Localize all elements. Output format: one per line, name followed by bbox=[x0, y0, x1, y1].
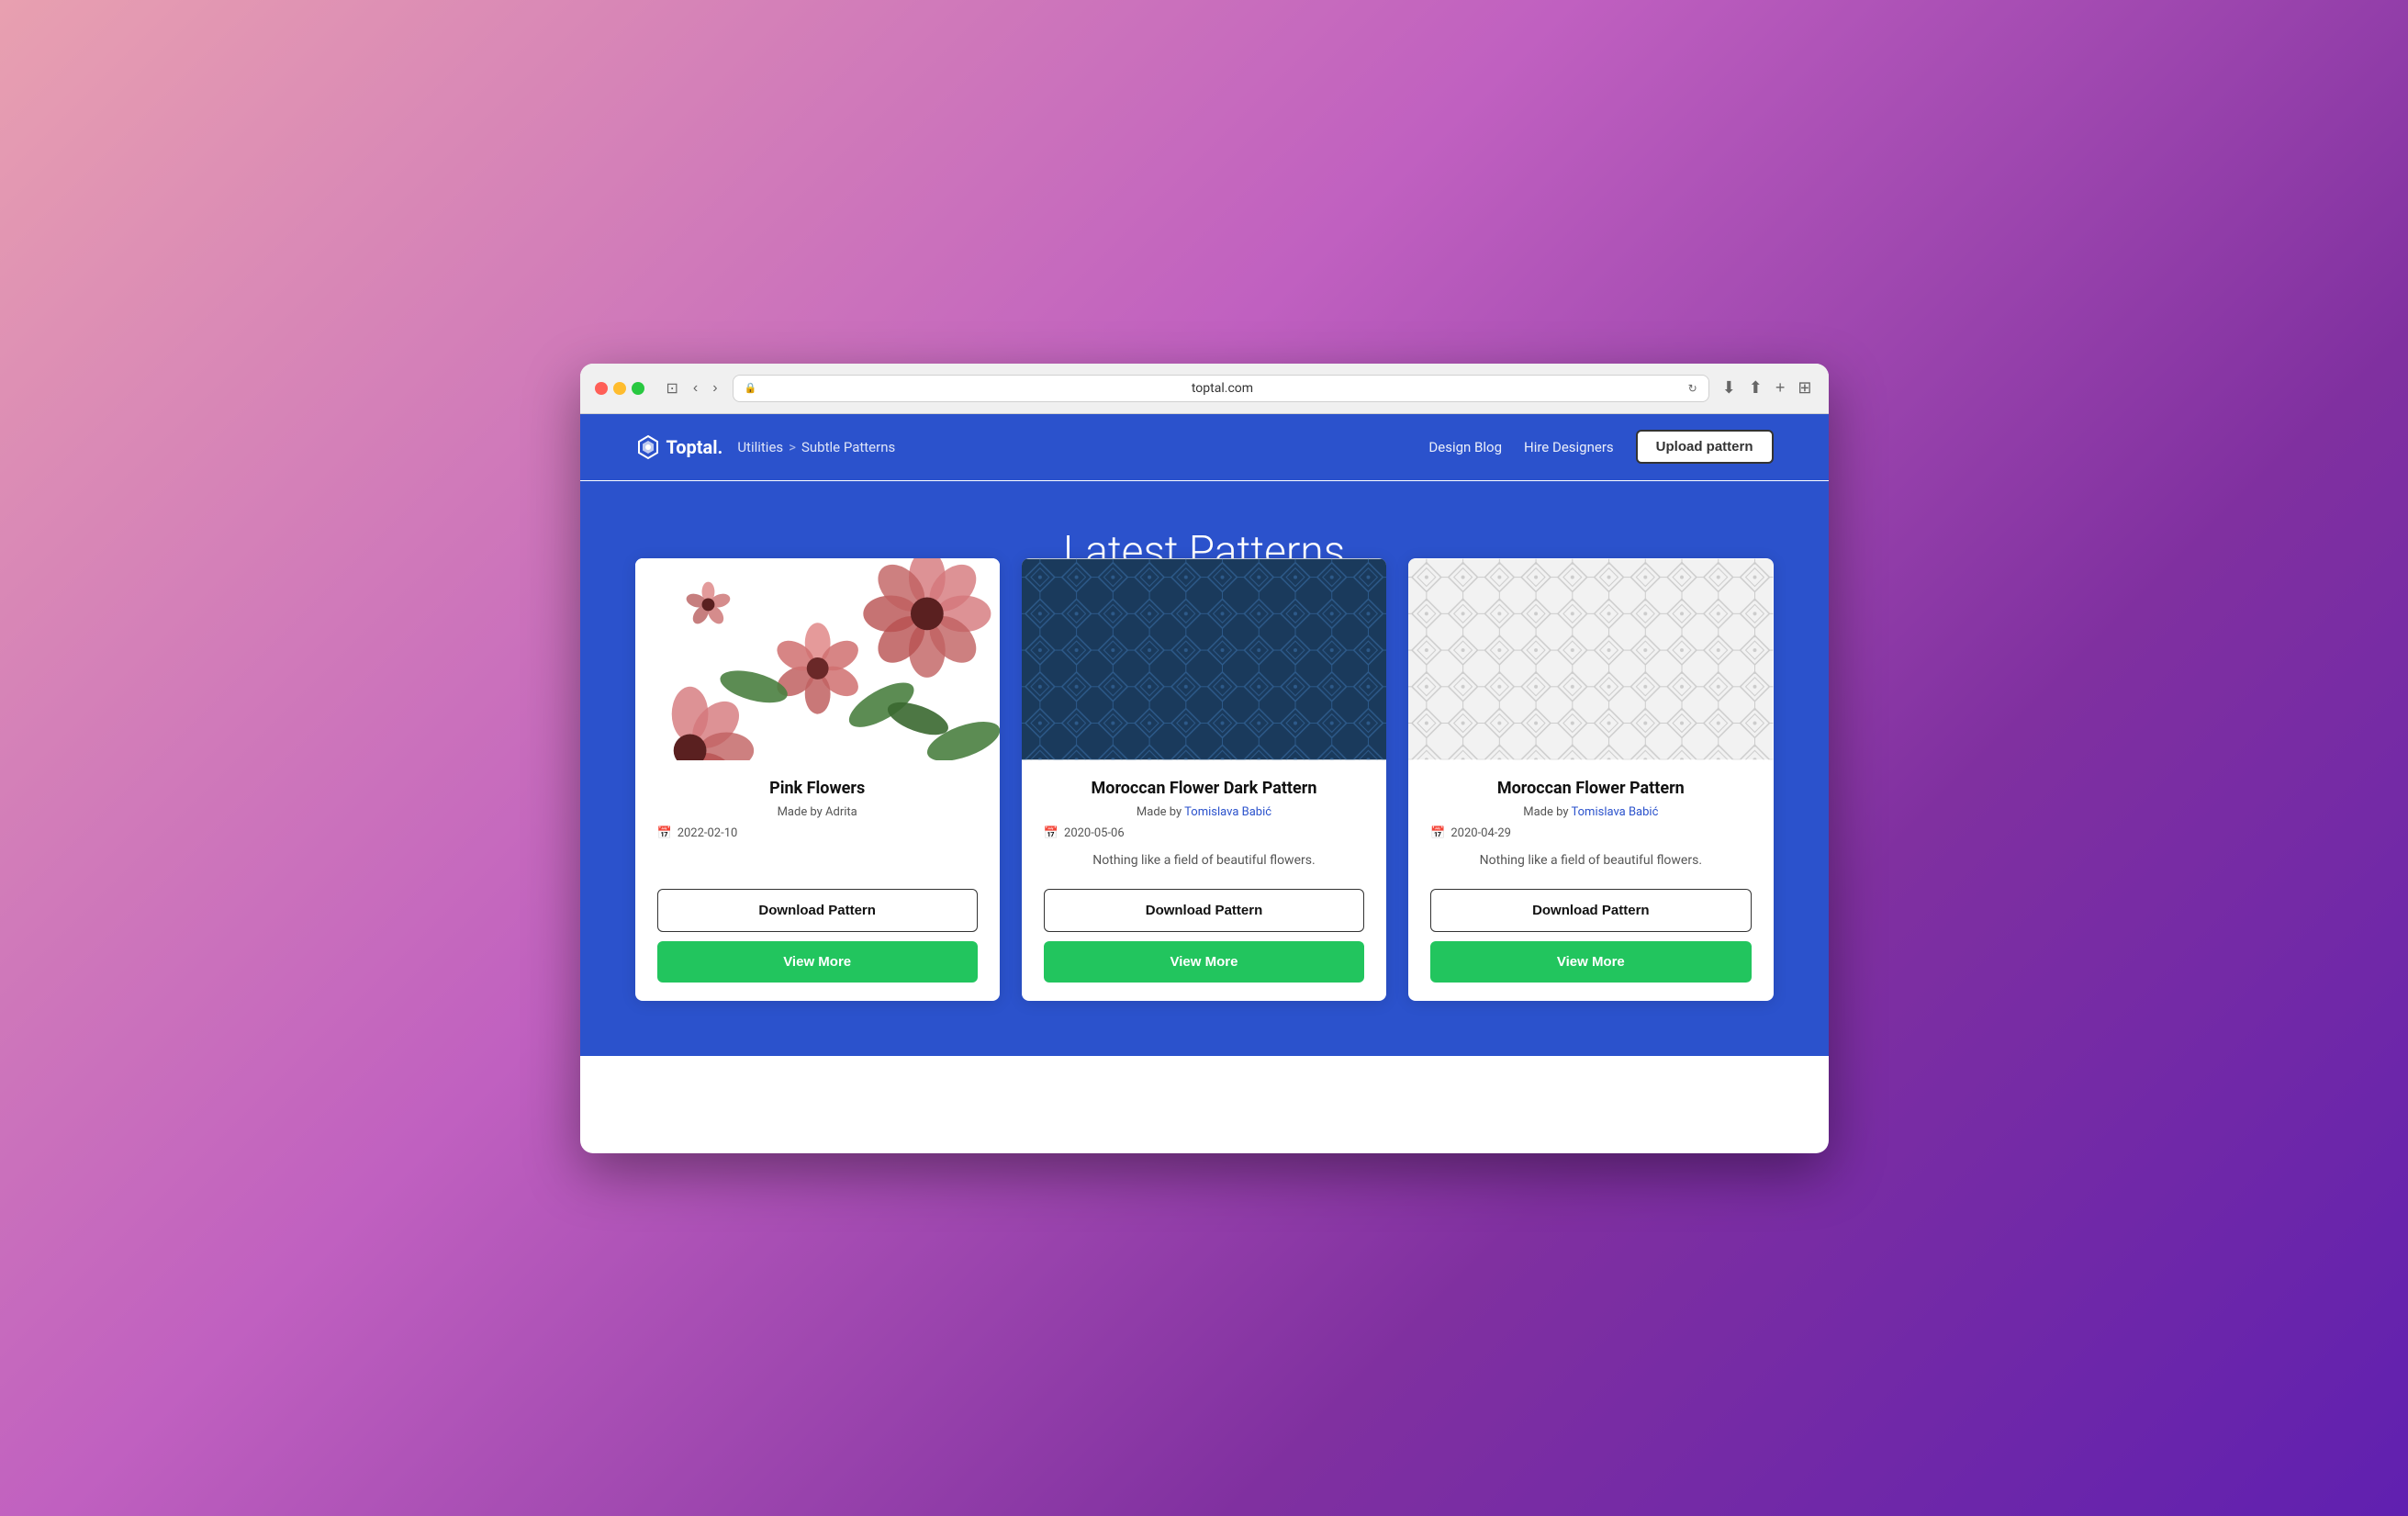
card-author-moroccan-dark: Made by Tomislava Babić bbox=[1044, 805, 1364, 819]
download-pattern-button-pink-flowers[interactable]: Download Pattern bbox=[657, 889, 978, 932]
site-content: Toptal. Utilities > Subtle Patterns Desi… bbox=[580, 414, 1829, 1056]
card-actions-moroccan-dark: Download Pattern View More bbox=[1022, 889, 1386, 1001]
toptal-logo[interactable]: Toptal. bbox=[635, 434, 723, 460]
moroccan-dark-svg bbox=[1022, 558, 1386, 760]
traffic-light-red[interactable] bbox=[595, 382, 608, 395]
card-description-moroccan-light: Nothing like a field of beautiful flower… bbox=[1430, 851, 1751, 870]
forward-button[interactable]: › bbox=[709, 378, 721, 399]
card-date-pink-flowers: 📅 2022-02-10 bbox=[657, 826, 978, 840]
card-author-pink-flowers: Made by Adrita bbox=[657, 805, 978, 819]
card-moroccan-dark: Moroccan Flower Dark Pattern Made by Tom… bbox=[1022, 558, 1386, 1001]
card-title-moroccan-light: Moroccan Flower Pattern bbox=[1430, 779, 1751, 798]
download-pattern-button-moroccan-light[interactable]: Download Pattern bbox=[1430, 889, 1751, 932]
browser-window: ⊡ ‹ › 🔒 toptal.com ↻ ⬇ ⬆ + ⊞ bbox=[580, 364, 1829, 1153]
moroccan-light-svg bbox=[1408, 558, 1773, 760]
traffic-light-green[interactable] bbox=[632, 382, 644, 395]
upload-pattern-button[interactable]: Upload pattern bbox=[1636, 430, 1774, 464]
calendar-icon-3: 📅 bbox=[1430, 826, 1445, 840]
header-left: Toptal. Utilities > Subtle Patterns bbox=[635, 434, 896, 460]
reload-icon: ↻ bbox=[1688, 382, 1697, 395]
card-image-pink-flowers bbox=[635, 558, 1000, 760]
card-body-moroccan-light: Moroccan Flower Pattern Made by Tomislav… bbox=[1408, 760, 1773, 889]
card-pink-flowers: Pink Flowers Made by Adrita 📅 2022-02-10… bbox=[635, 558, 1000, 1001]
site-header: Toptal. Utilities > Subtle Patterns Desi… bbox=[580, 414, 1829, 480]
flowers-svg bbox=[635, 558, 1000, 760]
back-button[interactable]: ‹ bbox=[689, 378, 701, 399]
download-button[interactable]: ⬇ bbox=[1720, 376, 1738, 399]
card-image-moroccan-dark bbox=[1022, 558, 1386, 760]
hero-section: Latest Patterns bbox=[580, 481, 1829, 1056]
card-actions-pink-flowers: Download Pattern View More bbox=[635, 889, 1000, 1001]
card-author-moroccan-light: Made by Tomislava Babić bbox=[1430, 805, 1751, 819]
card-title-moroccan-dark: Moroccan Flower Dark Pattern bbox=[1044, 779, 1364, 798]
author-link-moroccan-dark[interactable]: Tomislava Babić bbox=[1184, 805, 1271, 819]
lock-icon: 🔒 bbox=[745, 382, 757, 394]
card-body-pink-flowers: Pink Flowers Made by Adrita 📅 2022-02-10 bbox=[635, 760, 1000, 889]
new-tab-button[interactable]: + bbox=[1774, 376, 1787, 399]
card-moroccan-light: Moroccan Flower Pattern Made by Tomislav… bbox=[1408, 558, 1773, 1001]
browser-chrome: ⊡ ‹ › 🔒 toptal.com ↻ ⬇ ⬆ + ⊞ bbox=[580, 364, 1829, 414]
calendar-icon-2: 📅 bbox=[1044, 826, 1058, 840]
download-pattern-button-moroccan-dark[interactable]: Download Pattern bbox=[1044, 889, 1364, 932]
card-date-moroccan-light: 📅 2020-04-29 bbox=[1430, 826, 1751, 840]
card-title-pink-flowers: Pink Flowers bbox=[657, 779, 978, 798]
author-link-moroccan-light[interactable]: Tomislava Babić bbox=[1572, 805, 1659, 819]
card-date-moroccan-dark: 📅 2020-05-06 bbox=[1044, 826, 1364, 840]
hire-designers-link[interactable]: Hire Designers bbox=[1524, 439, 1614, 455]
card-actions-moroccan-light: Download Pattern View More bbox=[1408, 889, 1773, 1001]
calendar-icon: 📅 bbox=[657, 826, 672, 840]
sidebar-toggle-button[interactable]: ⊡ bbox=[663, 377, 682, 399]
breadcrumb-base: Utilities bbox=[737, 439, 783, 455]
view-more-button-pink-flowers[interactable]: View More bbox=[657, 941, 978, 983]
traffic-lights bbox=[595, 382, 644, 395]
breadcrumb-current: Subtle Patterns bbox=[801, 439, 895, 455]
card-image-moroccan-light bbox=[1408, 558, 1773, 760]
browser-actions: ⬇ ⬆ + ⊞ bbox=[1720, 376, 1814, 399]
breadcrumb: Utilities > Subtle Patterns bbox=[737, 439, 895, 455]
traffic-light-yellow[interactable] bbox=[613, 382, 626, 395]
browser-controls: ⊡ ‹ › bbox=[663, 377, 722, 399]
view-more-button-moroccan-dark[interactable]: View More bbox=[1044, 941, 1364, 983]
card-body-moroccan-dark: Moroccan Flower Dark Pattern Made by Tom… bbox=[1022, 760, 1386, 889]
toptal-logo-icon bbox=[635, 434, 661, 460]
header-nav: Design Blog Hire Designers Upload patter… bbox=[1428, 430, 1773, 464]
cards-grid: Pink Flowers Made by Adrita 📅 2022-02-10… bbox=[635, 558, 1774, 1001]
view-more-button-moroccan-light[interactable]: View More bbox=[1430, 941, 1751, 983]
design-blog-link[interactable]: Design Blog bbox=[1428, 439, 1502, 455]
share-button[interactable]: ⬆ bbox=[1747, 376, 1764, 399]
tab-overview-button[interactable]: ⊞ bbox=[1796, 376, 1813, 399]
breadcrumb-separator: > bbox=[789, 439, 796, 455]
url-text: toptal.com bbox=[762, 381, 1682, 396]
address-bar[interactable]: 🔒 toptal.com ↻ bbox=[733, 375, 1709, 402]
card-description-moroccan-dark: Nothing like a field of beautiful flower… bbox=[1044, 851, 1364, 870]
